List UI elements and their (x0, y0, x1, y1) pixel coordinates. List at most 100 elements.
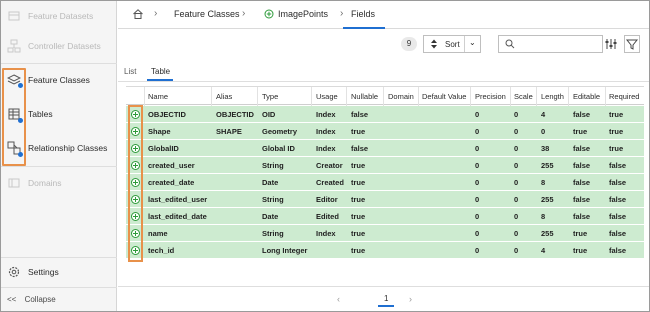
table-row[interactable]: GlobalID Global ID Index false 0 0 38 false true (126, 140, 644, 157)
table-row[interactable]: Shape SHAPE Geometry Index true 0 0 0 true true (126, 123, 644, 140)
cell-scale: 0 (514, 161, 519, 170)
sidebar-item-label: Controller Datasets (28, 41, 101, 51)
feature-datasets-icon (7, 9, 21, 23)
table-row[interactable]: name String Index true 0 0 255 true false (126, 225, 644, 242)
table-row[interactable]: last_edited_user String Editor true 0 0 255 fal… (126, 191, 644, 208)
tab-list[interactable]: List (124, 67, 136, 76)
header-editable[interactable]: Editable (573, 92, 600, 101)
chevron-left-icon[interactable]: ‹ (337, 294, 340, 304)
header-default-value[interactable]: Default Value (422, 92, 466, 101)
tab-table[interactable]: Table (151, 67, 170, 76)
search-icon (505, 39, 515, 51)
cell-type: Date (262, 212, 279, 221)
sidebar-item-controller-datasets[interactable]: Controller Datasets (1, 31, 117, 61)
table-row[interactable]: OBJECTID OBJECTID OID Index false 0 0 4 false tru… (126, 106, 644, 123)
sidebar-item-label: Domains (28, 178, 62, 188)
cell-type: String (262, 161, 284, 170)
column-divider (144, 87, 145, 106)
cell-precision: 0 (475, 127, 480, 136)
cell-nullable: true (351, 127, 366, 136)
cell-usage: Creator (316, 161, 343, 170)
highlight-annotation (128, 105, 143, 262)
cell-usage: Index (316, 144, 336, 153)
header-length[interactable]: Length (541, 92, 564, 101)
cell-nullable: true (351, 161, 366, 170)
chevron-right-icon[interactable]: › (409, 294, 412, 304)
column-divider (568, 87, 569, 106)
sidebar-item-domains[interactable]: Domains (1, 168, 117, 198)
cell-type: Geometry (262, 127, 298, 136)
breadcrumb-fields[interactable]: Fields (351, 9, 375, 19)
cell-usage: Index (316, 229, 336, 238)
header-usage[interactable]: Usage (316, 92, 338, 101)
cell-precision: 0 (475, 161, 480, 170)
cell-alias: OBJECTID (216, 110, 254, 119)
cell-required: false (609, 195, 627, 204)
cell-scale: 0 (514, 144, 519, 153)
header-domain[interactable]: Domain (388, 92, 414, 101)
column-divider (418, 87, 419, 106)
sort-icon (430, 39, 438, 51)
sidebar-divider (1, 287, 117, 288)
cell-scale: 0 (514, 229, 519, 238)
cell-scale: 0 (514, 195, 519, 204)
table-row[interactable]: created_date Date Created true 0 0 8 false false (126, 174, 644, 191)
sidebar: Feature Datasets Controller Datasets Fea… (1, 1, 117, 311)
add-icon (264, 9, 274, 19)
column-divider (257, 87, 258, 106)
table-row[interactable]: created_user String Creator true 0 0 255 false f… (126, 157, 644, 174)
table-row[interactable]: last_edited_date Date Edited true 0 0 8 false fa… (126, 208, 644, 225)
header-alias[interactable]: Alias (216, 92, 232, 101)
cell-name: name (148, 229, 168, 238)
status-dot (18, 118, 23, 123)
sort-label: Sort (445, 40, 460, 49)
cell-name: last_edited_date (148, 212, 207, 221)
search-options-button[interactable] (603, 35, 619, 53)
cell-required: false (609, 229, 627, 238)
table-header: Name Alias Type Usage Nullable Domain De… (126, 86, 644, 106)
breadcrumb-imagepoints[interactable]: ImagePoints (278, 9, 328, 19)
header-precision[interactable]: Precision (475, 92, 506, 101)
app-window: Feature Datasets Controller Datasets Fea… (0, 0, 650, 312)
cell-editable: false (573, 178, 591, 187)
chevron-down-icon[interactable]: ⌄ (469, 38, 476, 47)
cell-editable: true (573, 127, 588, 136)
column-divider (536, 87, 537, 106)
header-name[interactable]: Name (148, 92, 168, 101)
gear-icon (7, 265, 21, 279)
controller-datasets-icon (7, 39, 21, 53)
header-nullable[interactable]: Nullable (351, 92, 378, 101)
cell-length: 8 (541, 212, 546, 221)
cell-length: 255 (541, 229, 554, 238)
column-divider (383, 87, 384, 106)
filter-button[interactable] (624, 35, 640, 53)
header-scale[interactable]: Scale (514, 92, 533, 101)
header-type[interactable]: Type (262, 92, 278, 101)
cell-length: 255 (541, 161, 554, 170)
search-input[interactable] (498, 35, 603, 53)
header-required[interactable]: Required (609, 92, 639, 101)
sidebar-item-settings[interactable]: Settings (1, 257, 117, 287)
cell-editable: false (573, 212, 591, 221)
cell-required: true (609, 110, 624, 119)
sort-button[interactable]: Sort ⌄ (423, 35, 481, 53)
sidebar-item-label: Feature Classes (28, 75, 90, 85)
collapse-button[interactable]: << Collapse (7, 295, 56, 304)
page-number[interactable]: 1 (384, 294, 388, 303)
cell-scale: 0 (514, 178, 519, 187)
column-divider (510, 87, 511, 106)
column-divider (605, 87, 606, 106)
cell-scale: 0 (514, 110, 519, 119)
cell-length: 38 (541, 144, 550, 153)
home-icon[interactable] (132, 8, 144, 20)
breadcrumb-feature-classes[interactable]: Feature Classes (174, 9, 240, 19)
active-crumb-indicator (343, 27, 385, 29)
domains-icon (7, 176, 21, 190)
cell-name: GlobalID (148, 144, 179, 153)
cell-required: false (609, 212, 627, 221)
chevron-right-icon: › (242, 8, 246, 19)
table-row[interactable]: tech_id Long Integer true 0 0 4 true false (126, 242, 644, 259)
cell-name: created_date (148, 178, 195, 187)
sidebar-item-feature-datasets[interactable]: Feature Datasets (1, 1, 117, 31)
divider (118, 81, 649, 82)
